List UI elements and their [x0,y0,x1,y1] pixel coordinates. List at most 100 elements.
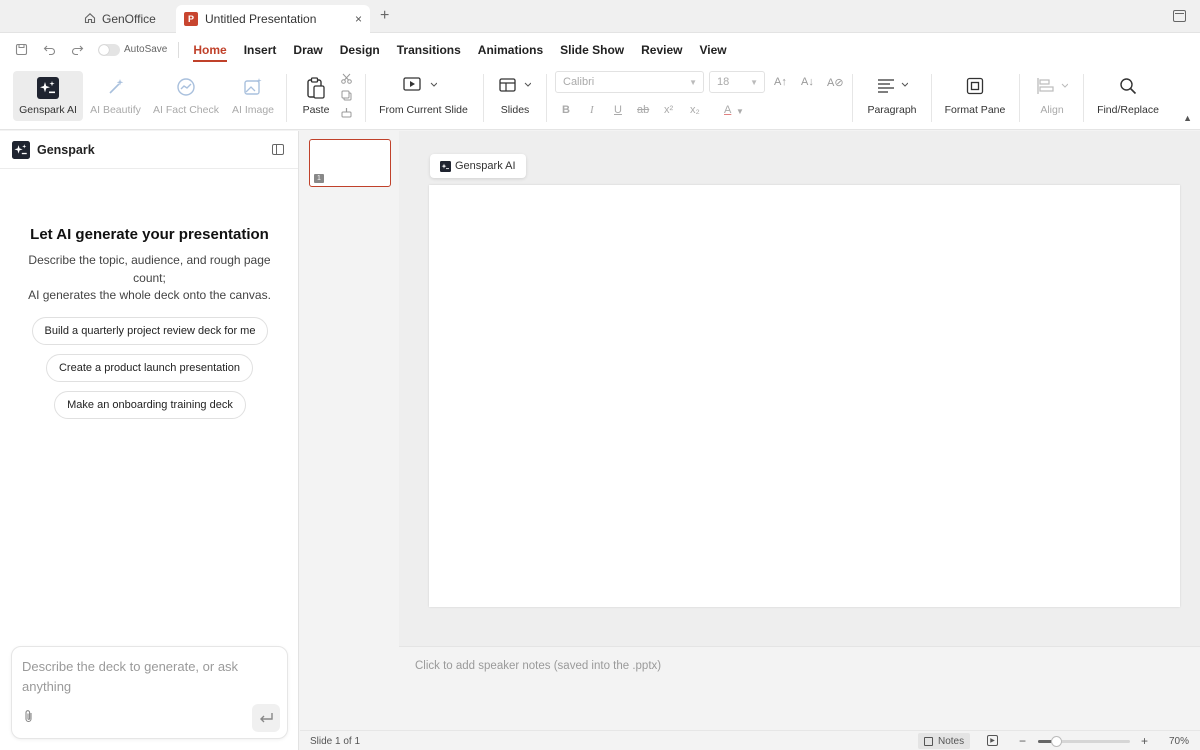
status-bar: Slide 1 of 1 Notes ▶ − + 70% [300,730,1200,750]
add-tab-icon[interactable]: + [380,7,389,25]
from-current-slide-label: From Current Slide [379,104,468,116]
paste-button[interactable]: Paste [298,71,334,121]
paste-label: Paste [302,104,330,116]
font-color-button[interactable]: A [724,104,731,116]
menu-draw[interactable]: Draw [293,33,322,66]
menu-insert[interactable]: Insert [244,33,277,66]
tab-genoffice[interactable]: GenOffice [76,5,174,33]
undo-icon[interactable] [42,43,56,57]
menu-view[interactable]: View [700,33,727,66]
notes-toggle-button[interactable]: Notes [918,733,971,749]
save-icon[interactable] [14,43,28,57]
menu-review[interactable]: Review [641,33,682,66]
ribbon-divider [546,74,547,122]
hero-description-line: Describe the topic, audience, and rough … [28,253,271,285]
font-family-select[interactable]: Calibri ▼ [555,71,704,93]
find-replace-label: Find/Replace [1097,104,1159,116]
genspark-icon [12,140,30,159]
window-icon[interactable] [1173,10,1186,22]
strikethrough-button[interactable]: ab [637,104,649,116]
zoom-out-button[interactable]: − [1019,734,1026,748]
image-icon [243,77,263,100]
ribbon-divider [483,74,484,122]
chevron-down-icon: ▼ [750,77,758,87]
copy-icon[interactable] [341,90,352,104]
zoom-in-button[interactable]: + [1141,734,1148,748]
slide[interactable] [429,185,1180,607]
autosave-toggle[interactable] [98,43,120,56]
menu-animations[interactable]: Animations [478,33,543,66]
ai-fact-check-button[interactable]: AI Fact Check [152,71,220,121]
decrease-font-icon[interactable]: A↓ [801,76,814,88]
paragraph-button[interactable]: Paragraph [862,71,922,121]
align-label: Align [1040,104,1064,116]
increase-font-icon[interactable]: A↑ [774,76,787,88]
subscript-button[interactable]: x₂ [690,104,700,116]
ai-beautify-button[interactable]: AI Beautify [88,71,143,121]
underline-button[interactable]: U [614,104,622,116]
panel-header: Genspark [0,131,298,169]
prompt-composer [11,646,288,739]
ai-chip-label: Genspark AI [455,160,516,172]
menu-design[interactable]: Design [340,33,380,66]
hero-description: Describe the topic, audience, and rough … [24,252,275,305]
align-button[interactable]: Align [1030,71,1074,121]
menu-slide-show[interactable]: Slide Show [560,33,624,66]
genspark-ai-button[interactable]: Genspark AI [13,71,83,121]
menu-home[interactable]: Home [193,33,228,66]
close-icon[interactable]: × [355,12,362,26]
suggestion-chip[interactable]: Build a quarterly project review deck fo… [32,317,268,345]
genspark-ai-label: Genspark AI [19,104,77,116]
scissors-icon[interactable] [341,73,352,87]
clear-format-icon[interactable]: A⊘ [827,76,844,89]
paperclip-icon[interactable] [23,709,35,726]
suggestion-chip[interactable]: Create a product launch presentation [46,354,253,382]
notes-label: Notes [938,735,965,747]
ribbon-divider [365,74,366,122]
tab-untitled-presentation[interactable]: P Untitled Presentation × [176,5,370,33]
find-replace-button[interactable]: Find/Replace [1094,71,1162,121]
slide-thumbnail[interactable]: 1 [309,139,391,187]
hero-description-line: AI generates the whole deck onto the can… [28,288,271,302]
enter-icon[interactable] [252,704,280,732]
italic-button[interactable]: I [590,104,594,116]
format-pane-icon [966,77,984,98]
bold-button[interactable]: B [562,104,570,116]
chevron-up-icon[interactable]: ▲ [1183,113,1192,123]
genspark-icon [37,77,59,102]
redo-icon[interactable] [70,43,84,57]
ribbon-divider [852,74,853,122]
font-size-select[interactable]: 18 ▼ [709,71,765,93]
format-pane-label: Format Pane [944,104,1006,116]
ai-fact-check-label: AI Fact Check [153,104,219,116]
format-pane-button[interactable]: Format Pane [940,71,1010,121]
slide-counter: Slide 1 of 1 [310,736,361,747]
suggestion-chip[interactable]: Make an onboarding training deck [54,391,246,419]
tab-label: Untitled Presentation [205,12,317,26]
tab-bar: GenOffice P Untitled Presentation × + [0,0,1200,33]
menu-transitions[interactable]: Transitions [397,33,461,66]
prompt-input[interactable] [22,657,272,701]
autosave-label: AutoSave [124,44,168,55]
paragraph-label: Paragraph [867,104,917,116]
speaker-notes[interactable]: Click to add speaker notes (saved into t… [399,646,1200,730]
fact-check-icon [176,77,196,100]
zoom-knob[interactable] [1051,736,1063,747]
slideshow-icon [403,77,438,96]
play-icon[interactable]: ▶ [987,735,998,746]
zoom-slider[interactable] [1038,736,1130,747]
slides-label: Slides [500,104,530,116]
ai-beautify-label: AI Beautify [90,104,141,116]
format-painter-icon[interactable] [341,107,352,121]
collapse-panel-icon[interactable] [272,144,284,155]
notes-placeholder: Click to add speaker notes (saved into t… [415,660,662,672]
chevron-down-icon[interactable]: ▼ [736,107,744,116]
ai-image-button[interactable]: AI Image [228,71,278,121]
superscript-button[interactable]: x² [664,104,673,116]
slides-button[interactable]: Slides [494,71,536,121]
slide-thumbnails: 1 [300,131,398,730]
ribbon-divider [1083,74,1084,122]
from-current-slide-button[interactable]: From Current Slide [376,71,471,121]
genspark-ai-chip[interactable]: Genspark AI [430,154,526,178]
paragraph-icon [876,77,909,96]
